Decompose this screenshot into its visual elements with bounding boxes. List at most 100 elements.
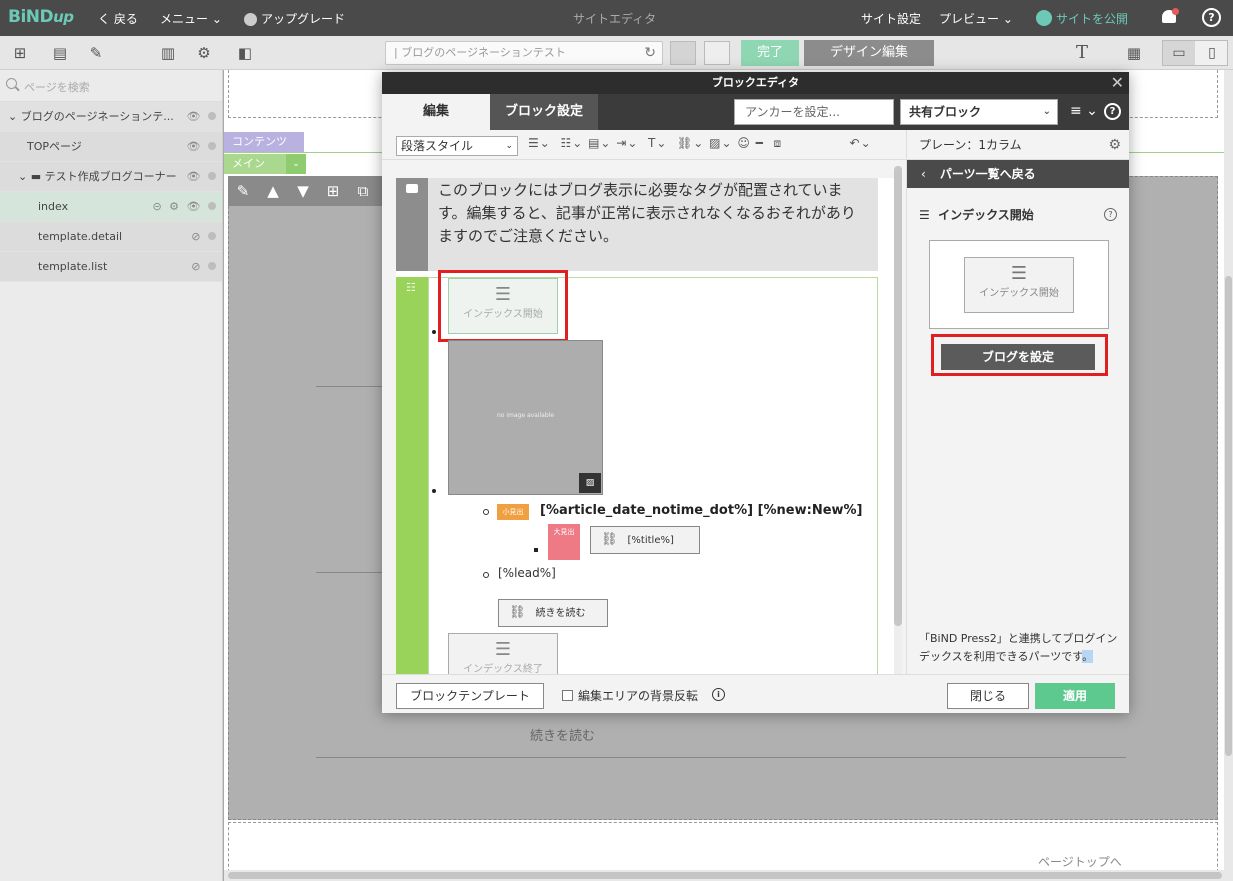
editor-scrollbar[interactable]	[894, 166, 902, 674]
part-title: ☰ インデックス開始	[919, 208, 1034, 222]
move-down-icon[interactable]: ▼	[288, 176, 318, 206]
block-editor-dialog: ブロックエディタ ✕ 編集 ブロック設定 アンカーを設定... 共有ブロック ⌄ …	[382, 72, 1129, 713]
menu-button[interactable]: メニュー ⌄	[160, 10, 222, 27]
tree-item-template-list[interactable]: template.list ⊘	[0, 252, 222, 282]
add-icon[interactable]: ⊞	[318, 176, 348, 206]
read-more-text[interactable]: 続きを読む	[530, 725, 595, 744]
list-bullet	[483, 509, 489, 515]
lead-tag[interactable]: [%lead%]	[498, 566, 556, 580]
page-edit-icon[interactable]: ✎	[86, 43, 106, 63]
tree-item-blog-corner[interactable]: ⌄ ▬ テスト作成ブログコーナー 👁	[0, 162, 222, 192]
anchor-input[interactable]: アンカーを設定...	[734, 99, 894, 125]
close-button[interactable]: 閉じる	[947, 683, 1029, 709]
block-edit-toolbar: ✎ ▲ ▼ ⊞ ⧉	[228, 176, 388, 206]
analytics-icon[interactable]: ▥	[158, 43, 178, 63]
hamburger-menu-icon[interactable]: ≡ ⌄	[1070, 103, 1098, 119]
copy-icon[interactable]: ⧉	[348, 176, 378, 206]
title-link-part[interactable]: ⛓ [%title%]	[590, 526, 700, 554]
grid-view-icon[interactable]	[670, 41, 696, 65]
design-edit-button[interactable]: デザイン編集	[804, 40, 934, 66]
help-icon[interactable]: ?	[1104, 103, 1121, 120]
no-image-placeholder[interactable]: no image available ▨	[448, 340, 603, 495]
device-switcher: ▭ ▯	[1162, 40, 1228, 66]
page-icon[interactable]: ▤	[50, 43, 70, 63]
visibility-icons[interactable]: 👁	[187, 132, 216, 162]
apply-button[interactable]: 適用	[1035, 683, 1115, 709]
block-edit-area[interactable]: このブロックにはブログ表示に必要なタグが配置されています。編集すると、記事が正常…	[396, 178, 894, 674]
chevron-down-icon[interactable]: ⌄	[286, 154, 306, 174]
close-icon[interactable]: ✕	[1111, 72, 1124, 94]
back-button[interactable]: く 戻る	[98, 10, 138, 27]
notification-bell-icon[interactable]	[1160, 8, 1179, 26]
upgrade-button[interactable]: アップグレード	[244, 10, 345, 27]
list-bullet	[432, 489, 436, 493]
pencil-icon[interactable]: ✎	[228, 176, 258, 206]
link-icon: ⛓	[509, 605, 526, 620]
highlight-box	[931, 334, 1108, 376]
site-settings-button[interactable]: サイト設定	[861, 10, 921, 27]
part-preview-button[interactable]: ☰ インデックス開始	[964, 257, 1074, 313]
publish-button[interactable]: サイトを公開	[1036, 10, 1128, 27]
blog-tag-warning: このブロックにはブログ表示に必要なタグが配置されています。編集すると、記事が正常…	[396, 178, 878, 271]
small-heading-tag: 小見出	[497, 504, 529, 520]
panel-header: プレーン：1カラム ⚙	[907, 130, 1129, 160]
visibility-icons[interactable]: 👁	[187, 162, 216, 192]
block-template-button[interactable]: ブロックテンプレート	[396, 683, 544, 709]
hidden-icons[interactable]: ⊘	[191, 252, 216, 282]
page-search[interactable]: ページを検索	[0, 70, 222, 102]
list-block-strip[interactable]: ☷	[396, 277, 428, 674]
tree-item-index[interactable]: index ⊝ ⚙ 👁	[0, 192, 222, 222]
editor-toolbar: ⊞ ▤ ✎ ▥ ⚙ ◧ | ブログのページネーションテスト ↻ 完了 デザイン編…	[0, 36, 1233, 70]
shared-block-select[interactable]: 共有ブロック ⌄	[900, 99, 1058, 125]
upgrade-icon	[244, 13, 257, 26]
add-block-icon[interactable]: ⊞	[10, 43, 30, 63]
mobile-icon[interactable]: ▯	[1196, 41, 1228, 65]
tree-item-top-page[interactable]: TOPページ 👁	[0, 132, 222, 162]
warning-text: このブロックにはブログ表示に必要なタグが配置されています。編集すると、記事が正常…	[438, 181, 856, 245]
bg-invert-checkbox[interactable]	[562, 690, 573, 701]
info-icon[interactable]: i	[712, 688, 725, 701]
list-bullet	[483, 572, 489, 578]
gear-icon[interactable]: ⚙	[1108, 130, 1121, 160]
paragraph-style-select[interactable]: 段落スタイル ⌄	[396, 136, 518, 156]
preview-button[interactable]: プレビュー ⌄	[939, 10, 1013, 27]
bindup-logo[interactable]: BiNDup	[8, 7, 74, 27]
layout-icon[interactable]: ▦	[1124, 43, 1144, 63]
vertical-scrollbar[interactable]	[1224, 70, 1233, 870]
main-label[interactable]: メイン ⌄	[224, 154, 306, 174]
back-to-parts-button[interactable]: ‹ パーツ一覧へ戻る	[907, 160, 1129, 188]
page-select[interactable]: | ブログのページネーションテスト ↻	[385, 41, 663, 65]
hidden-icons[interactable]: ⊘	[191, 222, 216, 252]
reload-icon[interactable]: ↻	[644, 42, 656, 64]
page-tree-sidebar: ページを検索 ⌄ ブログのページネーションテ... 👁 TOPページ 👁 ⌄ ▬ テ…	[0, 70, 223, 881]
select-mode-icon[interactable]	[704, 41, 730, 65]
tree-item-template-detail[interactable]: template.detail ⊘	[0, 222, 222, 252]
format-icons[interactable]: ☰⌄ ☷⌄ ▤⌄ ⇥⌄ T⌄ ⛓⌄ ▨⌄ ☺ ━ ⧈ ↶⌄	[528, 136, 872, 151]
panel-toggle-icon[interactable]: ◧	[235, 43, 255, 63]
bg-invert-label[interactable]: 編集エリアの背景反転	[578, 687, 698, 704]
desktop-icon[interactable]: ▭	[1163, 41, 1195, 65]
comment-icon	[406, 184, 418, 193]
visibility-icons[interactable]: 👁	[187, 102, 216, 132]
text-style-icon[interactable]: T	[1072, 43, 1092, 63]
tab-edit[interactable]: 編集	[382, 94, 490, 130]
chevron-down-icon: ⌄	[1042, 106, 1051, 117]
tab-block-settings[interactable]: ブロック設定	[490, 94, 598, 130]
page-top-link[interactable]: ページトップへ	[1038, 853, 1122, 870]
date-new-tags[interactable]: [%article_date_notime_dot%] [%new:New%]	[540, 503, 863, 518]
page-action-icons[interactable]: ⊝ ⚙ 👁	[152, 192, 216, 222]
help-icon[interactable]: ?	[1104, 208, 1117, 221]
dialog-footer: ブロックテンプレート 編集エリアの背景反転 i 閉じる 適用	[382, 674, 1129, 713]
help-icon[interactable]: ?	[1202, 8, 1221, 27]
horizontal-scrollbar[interactable]	[224, 870, 1233, 881]
move-up-icon[interactable]: ▲	[258, 176, 288, 206]
index-start-icon: ☰	[1010, 263, 1028, 284]
contents-label[interactable]: コンテンツ	[224, 132, 304, 152]
link-icon: ⛓	[601, 532, 618, 547]
tree-item-site[interactable]: ⌄ ブログのページネーションテ... 👁	[0, 102, 222, 132]
image-icon[interactable]: ▨	[579, 473, 601, 493]
index-end-part[interactable]: ☰ インデックス終了	[448, 633, 558, 674]
done-button[interactable]: 完了	[741, 40, 799, 66]
gear-icon[interactable]: ⚙	[194, 43, 214, 63]
read-more-link-part[interactable]: ⛓ 続きを読む	[498, 599, 608, 627]
